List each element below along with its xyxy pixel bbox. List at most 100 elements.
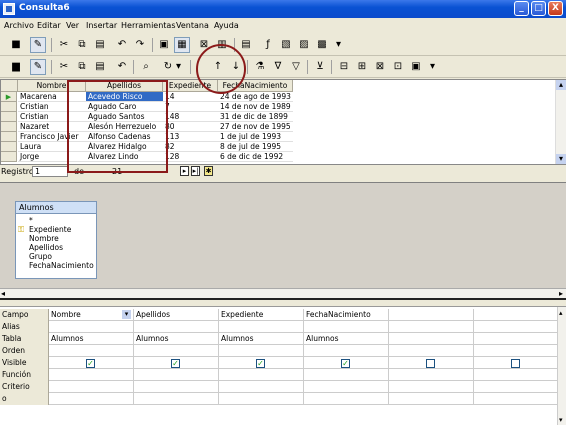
design-cell[interactable] [389,309,474,321]
data-source-icon[interactable]: ⊡ [390,59,406,75]
grid-cell[interactable]: 113 [163,132,218,142]
scroll-right-icon[interactable]: ▸ [559,289,563,298]
minimize-button[interactable]: _ [514,1,529,16]
design-cell[interactable] [474,309,559,321]
field-dropdown-icon[interactable]: ▾ [122,310,131,319]
field-item[interactable]: * [16,216,96,225]
distinct-values-icon[interactable]: ▩ [314,37,330,53]
functions-icon[interactable]: ƒ [260,37,276,53]
refresh-dropdown-icon[interactable]: ▾ [174,59,183,75]
menu-editar[interactable]: Editar [37,21,61,30]
maximize-button[interactable]: □ [531,1,546,16]
design-cell[interactable] [474,345,559,357]
design-cell[interactable]: Alumnos [304,333,389,345]
design-cell[interactable] [134,321,219,333]
design-cell[interactable] [49,321,134,333]
grid-cell[interactable]: 14 [163,92,218,102]
design-cell[interactable] [219,381,304,393]
design-cell[interactable] [304,393,389,405]
redo-icon[interactable]: ↷ [132,37,148,53]
visible-checkbox[interactable]: ✓ [171,359,180,368]
table-name-icon[interactable]: ▧ [278,37,294,53]
design-cell[interactable] [134,369,219,381]
design-cell[interactable]: FechaNacimiento [304,309,389,321]
design-cell[interactable] [219,369,304,381]
design-cell[interactable] [219,345,304,357]
row-selector[interactable]: ▶ [1,92,17,102]
toolbar-options-icon[interactable]: ▾ [334,37,343,53]
menu-herramientas[interactable]: Herramientas [121,21,176,30]
design-cell[interactable] [389,381,474,393]
design-cell[interactable]: ✓ [304,357,389,369]
design-cell[interactable] [474,357,559,369]
grid-cell[interactable]: 1 de jul de 1993 [218,132,293,142]
menu-ventana[interactable]: Ventana [176,21,209,30]
alias-icon[interactable]: ▨ [296,37,312,53]
design-cell[interactable]: Alumnos [219,333,304,345]
copy-icon[interactable]: ⧉ [74,37,90,53]
design-cell[interactable] [304,345,389,357]
table-alumnos[interactable]: Alumnos * ⚿ Expediente Nombre Apellidos … [15,201,97,279]
field-item[interactable]: Apellidos [16,243,96,252]
design-cell[interactable]: Expediente [219,309,304,321]
clear-query-icon[interactable]: ▦ [174,37,190,53]
autofilter-icon[interactable]: ⚗ [252,59,268,75]
design-scrollbar[interactable]: ▴ ▾ [557,307,566,425]
design-cell[interactable] [474,393,559,405]
menu-insertar[interactable]: Insertar [86,21,117,30]
grid-cell[interactable]: 128 [163,152,218,162]
design-cell[interactable] [304,369,389,381]
scroll-down-icon[interactable]: ▾ [556,154,566,164]
design-cell[interactable] [389,357,474,369]
design-cell[interactable] [474,381,559,393]
visible-checkbox[interactable]: ✓ [256,359,265,368]
design-cell[interactable] [219,321,304,333]
design-cell[interactable] [49,369,134,381]
next-record-icon[interactable]: ▸ [180,166,189,176]
design-cell[interactable]: ✓ [49,357,134,369]
field-item[interactable]: FechaNacimiento [16,261,96,270]
table-title[interactable]: Alumnos [16,202,96,214]
visible-checkbox[interactable] [511,359,520,368]
field-item[interactable]: ⚿ Expediente [16,225,96,234]
field-item[interactable]: Nombre [16,234,96,243]
undo-icon[interactable]: ↶ [114,59,130,75]
design-cell[interactable] [219,393,304,405]
scroll-down-icon[interactable]: ▾ [559,416,563,424]
grid-cell[interactable]: 27 de nov de 1995 [218,122,293,132]
save-icon[interactable]: ■ [8,37,24,53]
menu-ayuda[interactable]: Ayuda [214,21,239,30]
design-cell[interactable] [134,345,219,357]
grid-cell[interactable]: 8 de jul de 1995 [218,142,293,152]
visible-checkbox[interactable]: ✓ [86,359,95,368]
grid-cell[interactable]: 82 [163,142,218,152]
design-cell[interactable]: Alumnos [134,333,219,345]
row-selector[interactable] [1,132,17,142]
design-cell[interactable] [389,369,474,381]
record-number-field[interactable]: 1 [32,166,68,177]
design-cell[interactable] [134,393,219,405]
row-selector[interactable] [1,102,17,112]
grid-cell[interactable]: 24 de ago de 1993 [218,92,293,102]
find-record-icon[interactable]: ⌕ [138,59,154,75]
visible-checkbox[interactable]: ✓ [341,359,350,368]
standard-filter-icon[interactable]: ∇ [270,59,286,75]
field-item[interactable]: Grupo [16,252,96,261]
design-cell[interactable]: Alumnos [49,333,134,345]
close-button[interactable]: X [548,1,563,16]
row-selector[interactable] [1,112,17,122]
row-selector[interactable] [1,122,17,132]
design-cell[interactable] [134,381,219,393]
grid-scrollbar[interactable]: ▴ ▾ [555,80,566,164]
design-cell[interactable] [389,345,474,357]
grid-cell[interactable]: 14 de nov de 1989 [218,102,293,112]
toolbar-options-icon[interactable]: ▾ [428,59,437,75]
remove-filter-icon[interactable]: ⊻ [312,59,328,75]
pane-splitter[interactable] [0,298,566,300]
design-cell[interactable] [474,333,559,345]
explorer-icon[interactable]: ▣ [408,59,424,75]
grid-cell[interactable]: 6 de dic de 1992 [218,152,293,162]
apply-filter-icon[interactable]: ▽ [288,59,304,75]
last-record-icon[interactable]: ▸| [191,166,200,176]
design-cell[interactable] [474,369,559,381]
